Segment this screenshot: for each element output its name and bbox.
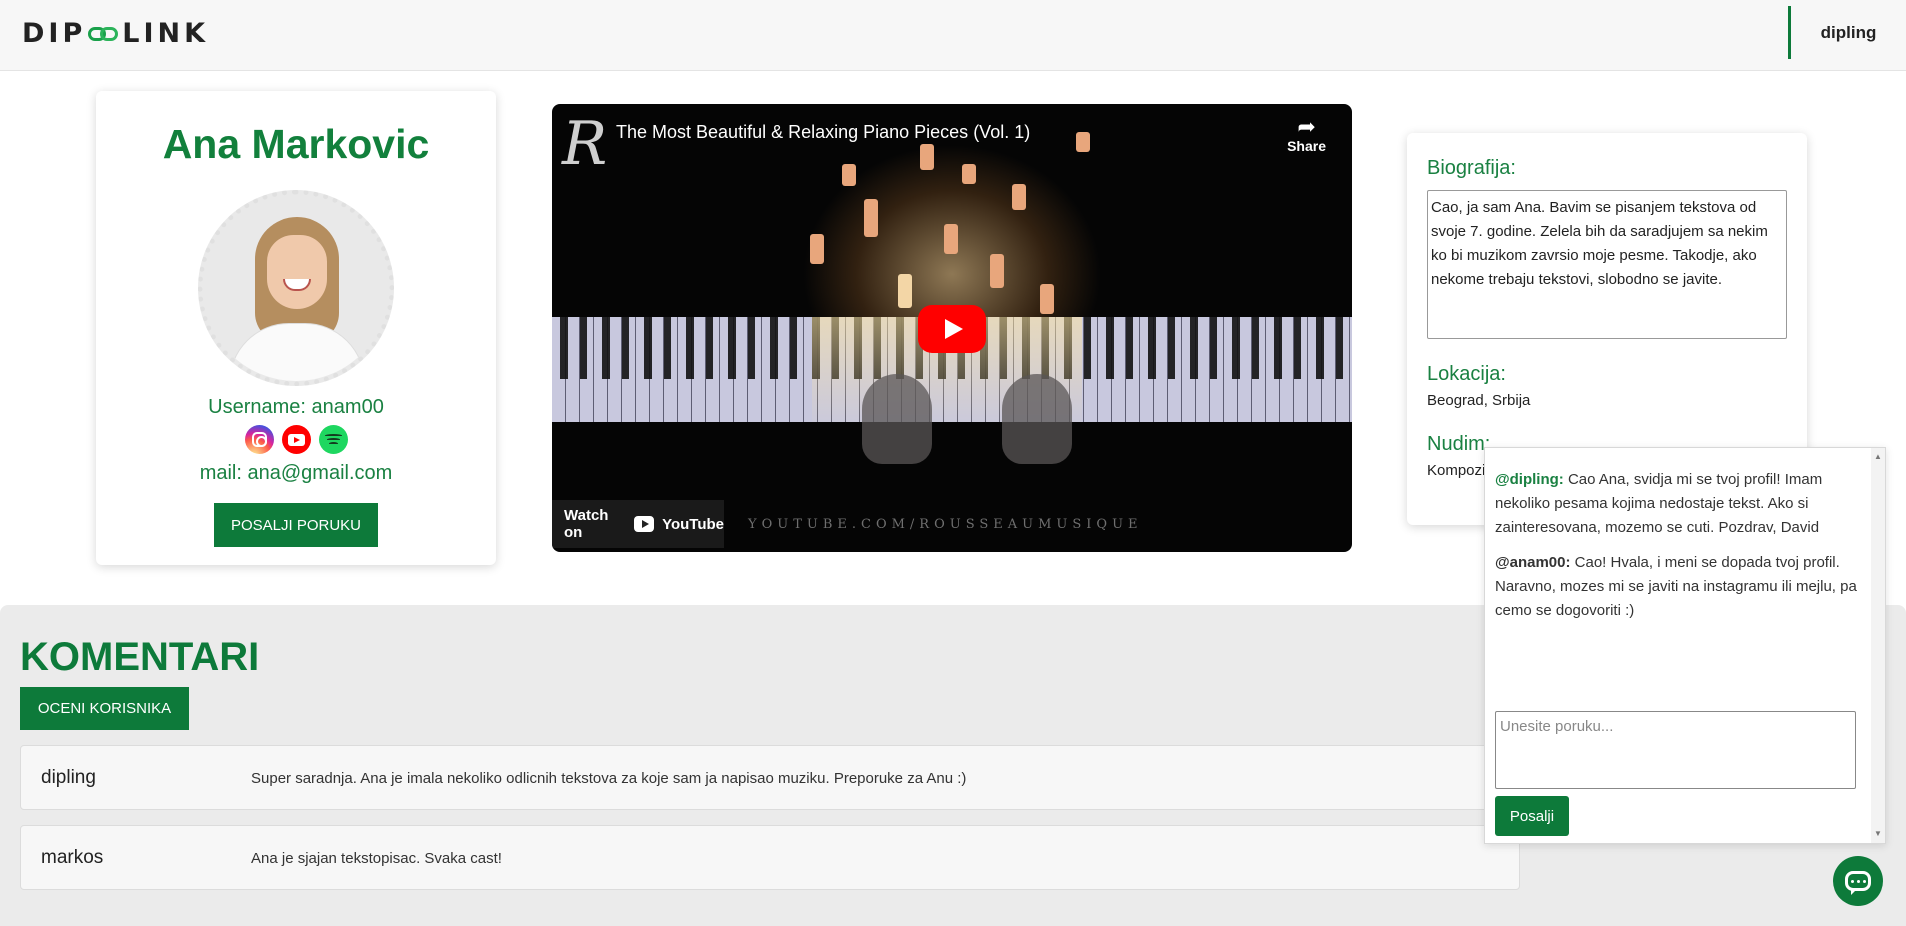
chat-scrollbar[interactable]: ▲ ▼ <box>1871 448 1885 843</box>
share-icon: ➦ <box>1297 114 1316 139</box>
chat-send-button[interactable]: Posalji <box>1495 796 1569 836</box>
youtube-video-embed[interactable]: R The Most Beautiful & Relaxing Piano Pi… <box>552 104 1352 552</box>
scroll-up-icon[interactable]: ▲ <box>1874 452 1882 462</box>
bio-label: Biografija: <box>1427 157 1516 179</box>
chat-message-author: @dipling: <box>1495 471 1564 488</box>
chain-link-icon <box>87 23 121 45</box>
spotify-icon[interactable] <box>318 425 348 454</box>
chat-window: @dipling: Cao Ana, svidja mi se tvoj pro… <box>1484 447 1886 844</box>
chat-message-input[interactable] <box>1495 711 1856 789</box>
comment-text: Ana je sjajan tekstopisac. Svaka cast! <box>251 850 502 867</box>
logo-text-right: LINK <box>122 18 210 49</box>
dipolink-logo[interactable]: DIP LINK <box>22 18 209 49</box>
comments-title: KOMENTARI <box>20 635 260 679</box>
video-title[interactable]: The Most Beautiful & Relaxing Piano Piec… <box>616 122 1030 143</box>
comment-user: dipling <box>41 767 96 788</box>
youtube-icon[interactable] <box>281 425 311 454</box>
share-label: Share <box>1287 138 1326 154</box>
comment-row: markos Ana je sjajan tekstopisac. Svaka … <box>20 825 1520 890</box>
chat-message: @dipling: Cao Ana, svidja mi se tvoj pro… <box>1495 468 1863 540</box>
top-navbar: DIP LINK dipling <box>0 0 1906 71</box>
comment-user: markos <box>41 847 104 868</box>
nav-user-link[interactable]: dipling <box>1788 6 1906 59</box>
video-watermark: YOUTUBE.COM/ROUSSEAUMUSIQUE <box>748 517 1143 532</box>
youtube-label: YouTube <box>662 515 724 533</box>
watch-on-youtube-button[interactable]: Watch on YouTube <box>552 500 724 548</box>
send-message-button[interactable]: POSALJI PORUKU <box>214 503 378 547</box>
youtube-logo-icon <box>633 516 655 532</box>
scroll-down-icon[interactable]: ▼ <box>1874 829 1882 839</box>
logo-text-left: DIP <box>22 18 87 49</box>
profile-email: mail: ana@gmail.com <box>199 462 393 484</box>
chat-message-author: @anam00: <box>1495 554 1571 571</box>
share-button[interactable]: ➦ Share <box>1287 114 1326 155</box>
play-button[interactable] <box>918 305 986 353</box>
profile-card: Ana Markovic Username: anam00 mail: ana@… <box>96 91 496 565</box>
chat-message: @anam00: Cao! Hvala, i meni se dopada tv… <box>1495 551 1863 623</box>
avatar <box>198 190 394 386</box>
watch-on-label: Watch on <box>564 507 609 541</box>
bio-text: Cao, ja sam Ana. Bavim se pisanjem tekst… <box>1427 190 1787 339</box>
chat-bubble-icon <box>1845 871 1871 895</box>
instagram-icon[interactable] <box>244 425 274 454</box>
profile-username: Username: anam00 <box>208 396 384 418</box>
profile-name: Ana Markovic <box>162 121 430 167</box>
comment-row: dipling Super saradnja. Ana je imala nek… <box>20 745 1520 810</box>
rate-user-button[interactable]: OCENI KORISNIKA <box>20 687 189 730</box>
comment-text: Super saradnja. Ana je imala nekoliko od… <box>251 770 967 787</box>
chat-toggle-button[interactable] <box>1833 856 1883 906</box>
location-label: Lokacija: <box>1427 363 1506 385</box>
location-value: Beograd, Srbija <box>1427 392 1531 409</box>
social-links <box>96 425 496 454</box>
